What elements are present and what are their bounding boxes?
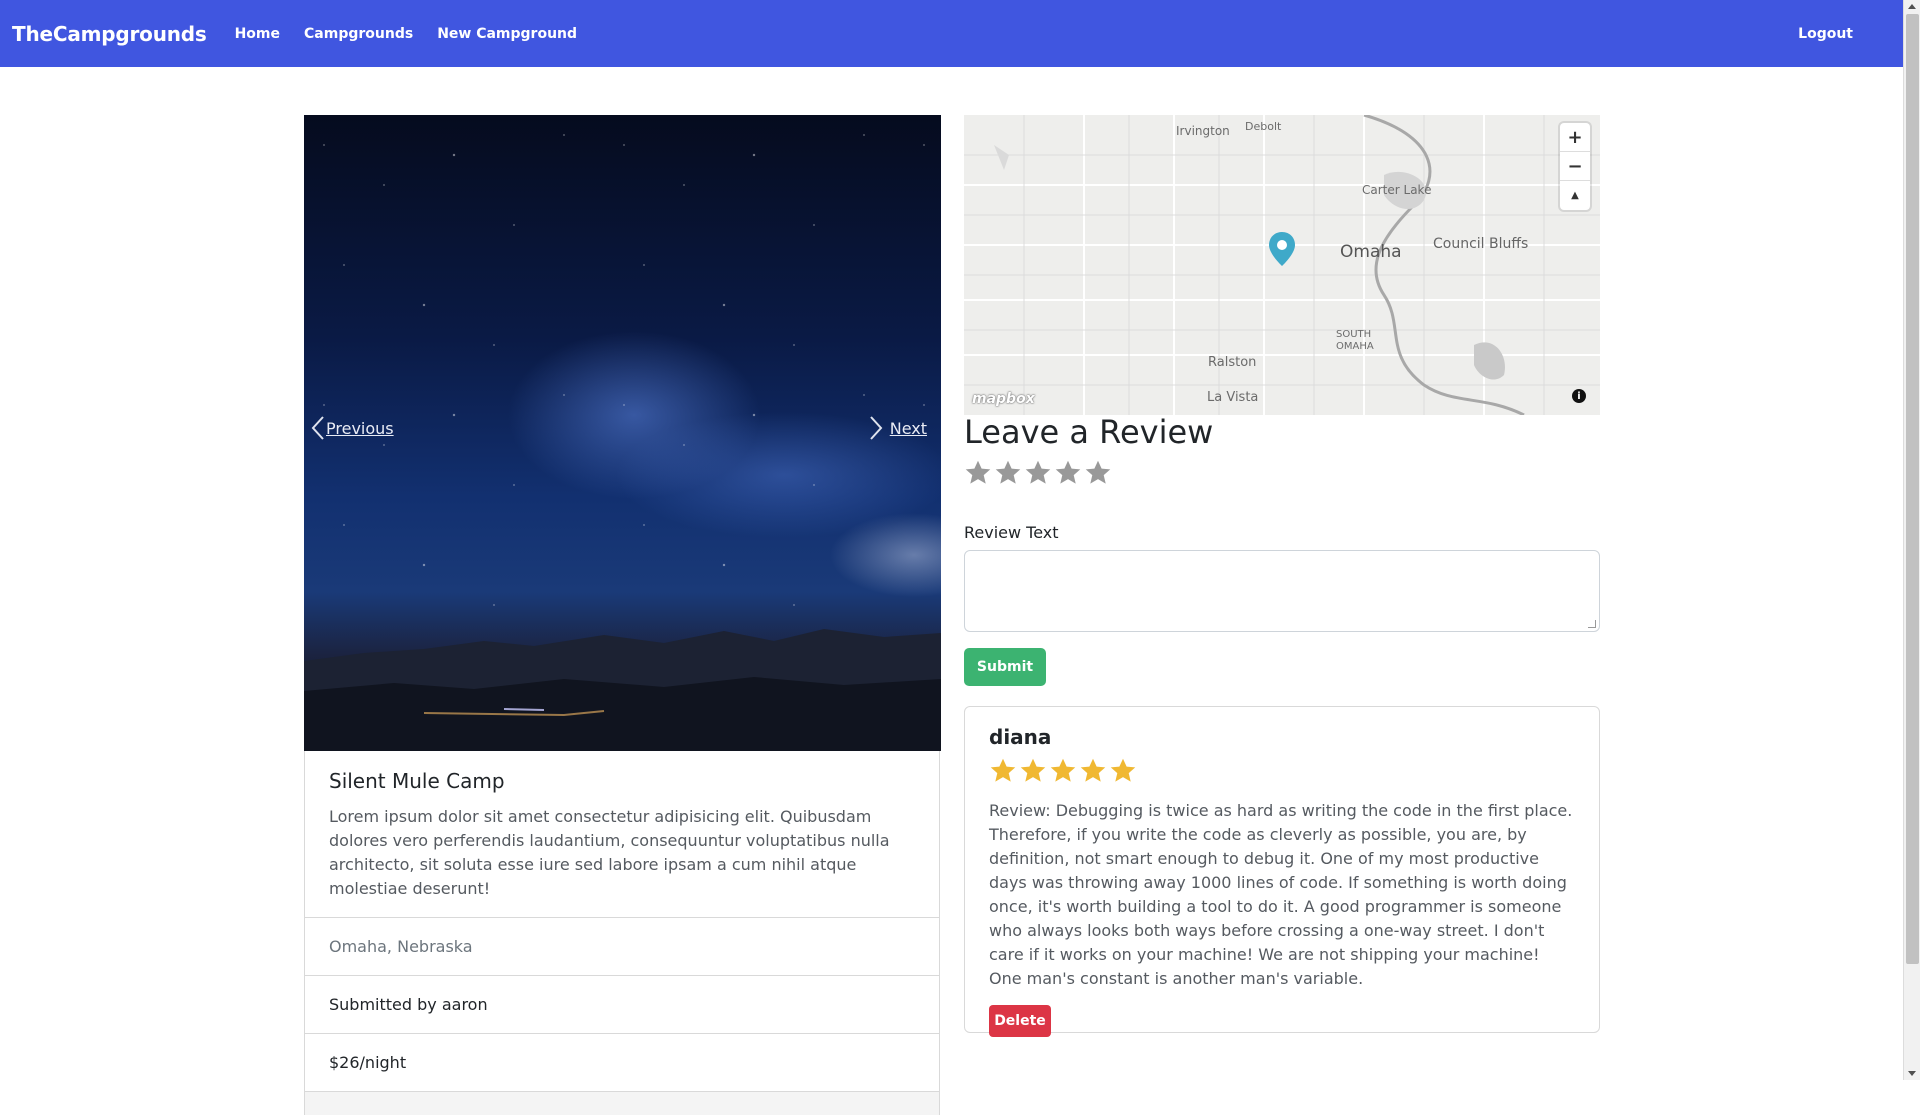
nav-logout[interactable]: Logout	[1798, 26, 1853, 42]
map-marker-icon[interactable]	[1267, 230, 1297, 270]
chevron-left-icon	[311, 416, 324, 440]
review-form-title: Leave a Review	[964, 413, 1214, 451]
campground-card-body: Silent Mule Camp Lorem ipsum dolor sit a…	[305, 751, 939, 917]
card-footer	[305, 1091, 939, 1115]
campground-title: Silent Mule Camp	[329, 769, 505, 793]
carousel-previous-label: Previous	[326, 418, 394, 438]
carousel-next-label: Next	[889, 418, 927, 438]
carousel-next[interactable]: Next	[868, 415, 927, 441]
mountain-silhouette	[304, 629, 941, 751]
review-author: diana	[989, 725, 1052, 749]
review-star-3	[1050, 758, 1076, 782]
review-rating	[989, 757, 1575, 785]
rating-star-3[interactable]	[1024, 459, 1052, 487]
map-label-ralston: Ralston	[1208, 355, 1257, 370]
compass-button[interactable]: ▲	[1560, 181, 1590, 210]
map-label-carter-lake: Carter Lake	[1362, 183, 1432, 197]
map-label-south-omaha: SOUTH OMAHA	[1336, 329, 1374, 352]
scroll-up-arrow-icon[interactable]	[1908, 4, 1916, 9]
carousel-previous[interactable]: Previous	[310, 415, 394, 441]
map-controls: + − ▲	[1560, 123, 1590, 210]
mapbox-logo[interactable]: mapbox	[972, 391, 1035, 407]
top-navbar: TheCampgrounds Home Campgrounds New Camp…	[0, 0, 1903, 67]
campground-price: $26/night	[305, 1033, 939, 1091]
campground-description: Lorem ipsum dolor sit amet consectetur a…	[329, 807, 890, 898]
campground-card: Previous Next Silent Mule Camp Lorem ips…	[304, 115, 941, 1115]
review-text-input[interactable]	[964, 550, 1600, 632]
review-star-1	[990, 758, 1016, 782]
nav-home[interactable]: Home	[235, 26, 280, 42]
scroll-down-arrow-icon[interactable]	[1908, 1071, 1916, 1076]
rating-star-1[interactable]	[964, 459, 992, 487]
review-text-label: Review Text	[964, 523, 1059, 542]
rating-input[interactable]	[964, 459, 1600, 495]
review-text: Review: Debugging is twice as hard as wr…	[989, 801, 1573, 988]
campground-location: Omaha, Nebraska	[305, 917, 939, 975]
map-label-debolt: Debolt	[1245, 120, 1282, 133]
review-star-4	[1080, 758, 1106, 782]
submit-button[interactable]: Submit	[964, 648, 1046, 686]
review-form: Leave a Review Review Text Submit	[964, 413, 1600, 686]
campground-map[interactable]: Irvington Debolt Carter Lake Omaha Counc…	[964, 115, 1600, 415]
nav-campgrounds[interactable]: Campgrounds	[304, 26, 413, 42]
delete-review-button[interactable]: Delete	[989, 1005, 1051, 1037]
zoom-in-button[interactable]: +	[1560, 123, 1590, 152]
chevron-right-icon	[869, 416, 883, 440]
scroll-thumb[interactable]	[1906, 14, 1919, 964]
rating-star-5[interactable]	[1084, 459, 1112, 487]
map-label-irvington: Irvington	[1176, 124, 1230, 138]
map-label-omaha: Omaha	[1340, 242, 1402, 262]
rating-star-2[interactable]	[994, 459, 1022, 487]
info-icon[interactable]: i	[1572, 389, 1586, 403]
image-carousel: Previous Next	[304, 115, 941, 751]
campground-author: Submitted by aaron	[305, 975, 939, 1033]
map-label-la-vista: La Vista	[1207, 390, 1259, 405]
map-label-council-bluffs: Council Bluffs	[1433, 236, 1529, 252]
resize-handle-icon[interactable]	[1588, 620, 1596, 628]
page-scrollbar[interactable]	[1903, 0, 1920, 1080]
brand-logo[interactable]: TheCampgrounds	[12, 22, 207, 46]
nav-new-campground[interactable]: New Campground	[437, 26, 577, 42]
rating-star-4[interactable]	[1054, 459, 1082, 487]
review-star-2	[1020, 758, 1046, 782]
review-card: diana Review: Debugging is twice as hard…	[964, 706, 1600, 1037]
review-star-5	[1110, 758, 1136, 782]
zoom-out-button[interactable]: −	[1560, 152, 1590, 181]
